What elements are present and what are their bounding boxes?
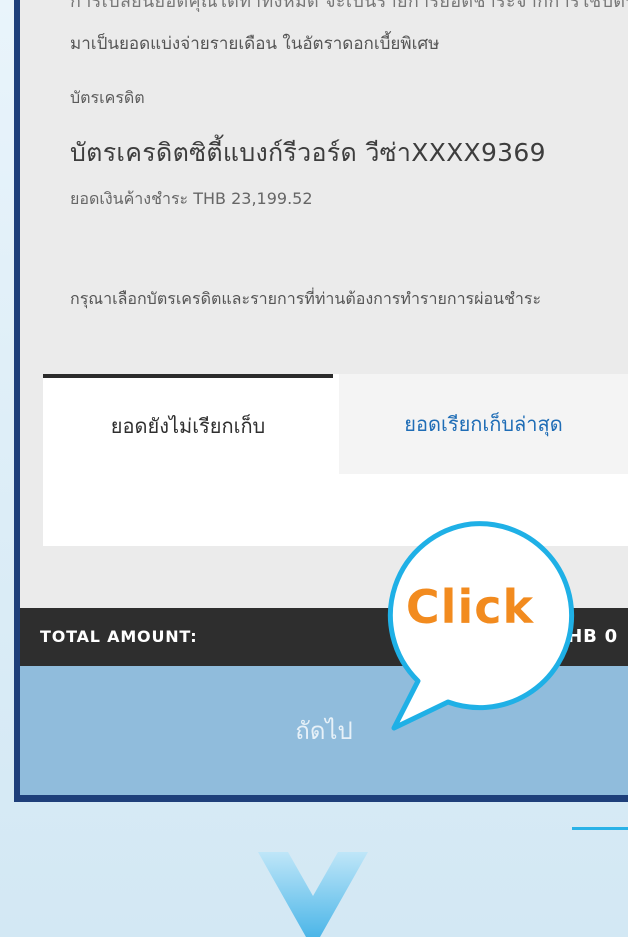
next-button-label: ถัดไป	[295, 717, 353, 745]
tab-latest-billed[interactable]: ยอดเรียกเก็บล่าสุด	[339, 374, 628, 474]
instruction-text: กรุณาเลือกบัตรเครดิตและรายการที่ท่านต้อง…	[70, 289, 542, 308]
card-name: บัตรเครดิตซิตี้แบงก์รีวอร์ด วีซ่าXXXX936…	[70, 138, 546, 167]
click-callout-text: Click	[405, 580, 535, 634]
chevron-down-icon	[258, 852, 368, 937]
intro-description: มาเป็นยอดแบ่งจ่ายรายเดือน ในอัตราดอกเบี้…	[70, 34, 440, 54]
total-amount-label: TOTAL AMOUNT:	[40, 627, 198, 646]
tab-unbilled-label: ยอดยังไม่เรียกเก็บ	[110, 414, 266, 438]
decorative-line	[572, 827, 628, 830]
credit-card-section-label: บัตรเครดิต	[70, 88, 145, 107]
tab-unbilled[interactable]: ยอดยังไม่เรียกเก็บ	[43, 374, 333, 474]
tab-latest-billed-label: ยอดเรียกเก็บล่าสุด	[404, 412, 563, 436]
intro-cut-text: การเปลี่ยนยอดคุณได้ทำทั้งหมด จะเป็นรายกา…	[70, 0, 628, 12]
outstanding-balance: ยอดเงินค้างชำระ THB 23,199.52	[70, 189, 313, 208]
